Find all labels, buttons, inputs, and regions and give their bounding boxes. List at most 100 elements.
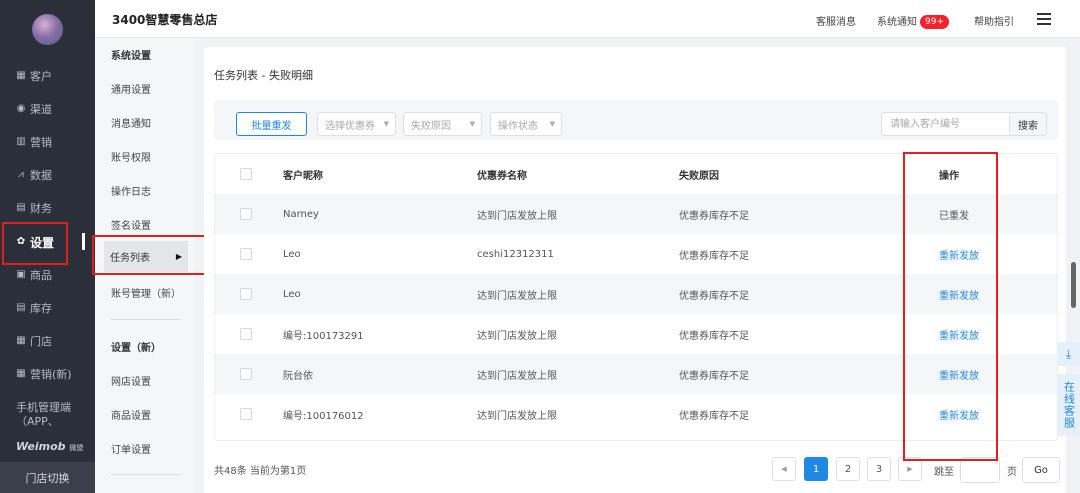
store-name: 3400智慧零售总店 (112, 13, 218, 27)
service-message-link[interactable]: 客服消息 (816, 13, 856, 28)
submenu-item-notification[interactable]: 消息通知 (111, 115, 151, 130)
avatar[interactable] (32, 14, 63, 45)
submenu-item-product[interactable]: 商品设置 (111, 407, 151, 422)
page-button[interactable]: 3 (867, 457, 891, 481)
cell-coupon: 达到门店发放上限 (477, 330, 557, 342)
coupon-select[interactable]: 选择优惠券 ▼ (317, 112, 396, 136)
nav-item-store[interactable]: ▦ 门店 (0, 326, 95, 356)
line-chart-icon: ⩘ (18, 169, 24, 180)
brand-name: Weimob (16, 440, 66, 453)
download-icon[interactable]: ⤓ (1057, 342, 1080, 366)
page-button[interactable]: 2 (836, 457, 860, 481)
submenu-item-log[interactable]: 操作日志 (111, 183, 151, 198)
pagination-summary: 共48条 当前为第1页 (214, 466, 307, 477)
go-button[interactable]: Go (1022, 457, 1060, 483)
nav-item-inventory[interactable]: ▤ 库存 (0, 293, 95, 323)
menu-icon[interactable] (1037, 13, 1051, 25)
submenu-item-account-new[interactable]: 账号管理（新） (111, 285, 181, 300)
nav-label: 门店 (30, 335, 52, 348)
nav-item-mobile-admin[interactable]: 手机管理端（APP、 (16, 401, 88, 429)
submenu-group-system: 系统设置 (111, 51, 151, 62)
search-button[interactable]: 搜索 (1009, 112, 1047, 136)
online-service-label: 在线客服 (1062, 381, 1076, 429)
system-notice-link[interactable]: 系统通知 99+ (877, 13, 949, 29)
chevron-down-icon: ▼ (383, 120, 389, 128)
scrollbar-thumb[interactable] (1071, 262, 1076, 308)
cell-coupon: 达到门店发放上限 (477, 370, 557, 382)
prev-page-button[interactable]: ◀ (772, 457, 796, 481)
product-icon: ▣ (16, 269, 26, 280)
cell-coupon: 达到门店发放上限 (477, 410, 557, 422)
chevron-left-icon: ◀ (781, 465, 787, 473)
divider (111, 474, 181, 475)
batch-resend-button[interactable]: 批量重发 (236, 112, 307, 136)
select-label: 选择优惠券 (325, 120, 375, 132)
page-button[interactable]: 1 (804, 457, 828, 481)
bar-chart-icon: ▥ (16, 136, 26, 147)
notice-badge: 99+ (920, 15, 949, 29)
cell-nickname: 编号:100176012 (283, 410, 364, 422)
nav-label: 数据 (30, 169, 52, 182)
nav-label: 渠道 (30, 103, 52, 116)
highlight-box-actions (903, 152, 998, 461)
marketing-icon: ▦ (16, 368, 26, 379)
nav-item-marketing-new[interactable]: ▦ 营销(新) (0, 359, 95, 389)
store-switch-button[interactable]: 门店切换 (0, 462, 95, 493)
nav-label: 客户 (30, 70, 52, 83)
row-checkbox[interactable] (240, 248, 252, 260)
submenu-item-order[interactable]: 订单设置 (111, 441, 151, 456)
cell-reason: 优惠券库存不足 (679, 210, 749, 222)
system-notice-label: 系统通知 (877, 17, 917, 28)
nav-item-finance[interactable]: ▤ 财务 (0, 193, 95, 223)
select-label: 操作状态 (498, 120, 538, 132)
top-header: 3400智慧零售总店 客服消息 系统通知 99+ 帮助指引 (95, 0, 1080, 38)
row-checkbox[interactable] (240, 288, 252, 300)
cell-reason: 优惠券库存不足 (679, 290, 749, 302)
select-all-checkbox[interactable] (240, 168, 252, 180)
nav-label: 营销 (30, 136, 52, 149)
page-unit-label: 页 (1007, 467, 1017, 478)
brand-sub: 微盟 (69, 444, 84, 452)
nav-item-customer[interactable]: ▦ 客户 (0, 61, 95, 91)
chevron-down-icon: ▼ (469, 120, 475, 128)
submenu-item-webstore[interactable]: 网店设置 (111, 373, 151, 388)
compass-icon: ◉ (16, 103, 26, 114)
row-checkbox[interactable] (240, 328, 252, 340)
column-header: 失败原因 (679, 170, 719, 182)
column-header: 优惠券名称 (477, 170, 527, 182)
nav-label: 库存 (30, 302, 52, 315)
help-link[interactable]: 帮助指引 (974, 13, 1014, 28)
customer-id-search-input[interactable] (881, 112, 1010, 136)
column-header: 客户昵称 (283, 170, 323, 182)
nav-item-data[interactable]: ⩘ 数据 (0, 160, 95, 190)
submenu-item-signature[interactable]: 签名设置 (111, 217, 151, 232)
highlight-box-task-list (92, 235, 216, 275)
nav-item-marketing[interactable]: ▥ 营销 (0, 127, 95, 157)
row-checkbox[interactable] (240, 368, 252, 380)
cell-coupon: ceshi12312311 (477, 248, 554, 260)
cell-nickname: Narney (283, 208, 319, 220)
nav-item-channel[interactable]: ◉ 渠道 (0, 94, 95, 124)
select-label: 失败原因 (411, 120, 451, 132)
row-checkbox[interactable] (240, 208, 252, 220)
cell-reason: 优惠券库存不足 (679, 410, 749, 422)
grid-icon: ▦ (16, 70, 26, 81)
nav-label: 财务 (30, 202, 52, 215)
wallet-icon: ▤ (16, 202, 26, 213)
row-checkbox[interactable] (240, 408, 252, 420)
reason-select[interactable]: 失败原因 ▼ (403, 112, 482, 136)
nav-label: 营销(新) (30, 368, 72, 381)
cell-nickname: 阮台依 (283, 370, 313, 382)
submenu-item-permission[interactable]: 账号权限 (111, 149, 151, 164)
cell-nickname: 编号:100173291 (283, 330, 364, 342)
jump-to-label: 跳至 (934, 467, 954, 478)
cell-coupon: 达到门店发放上限 (477, 290, 557, 302)
online-service-button[interactable]: 在线客服 (1057, 374, 1080, 436)
store-icon: ▦ (16, 335, 26, 346)
status-select[interactable]: 操作状态 ▼ (490, 112, 562, 136)
highlight-box-settings (2, 222, 68, 265)
active-indicator (82, 233, 85, 250)
submenu-item-general[interactable]: 通用设置 (111, 81, 151, 96)
cell-coupon: 达到门店发放上限 (477, 210, 557, 222)
cell-reason: 优惠券库存不足 (679, 250, 749, 262)
